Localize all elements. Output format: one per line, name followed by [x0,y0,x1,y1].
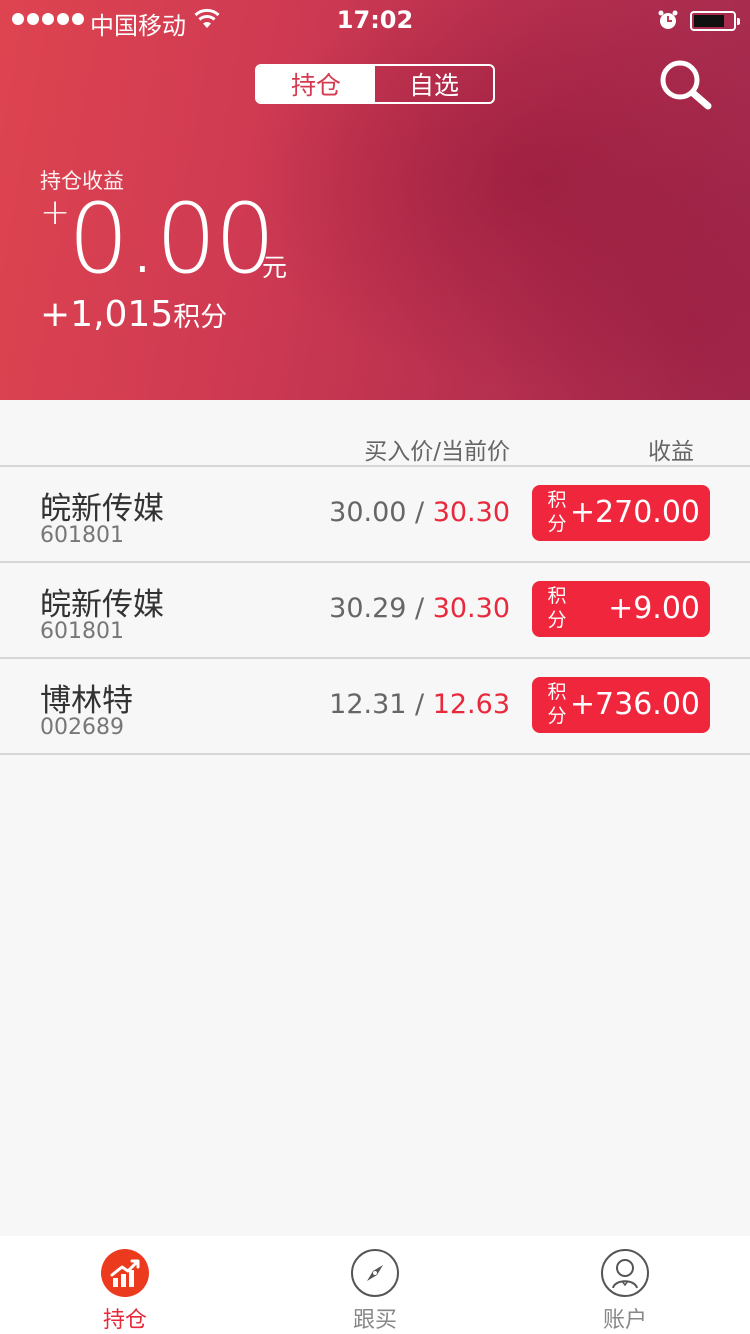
clock: 17:02 [336,6,414,34]
alarm-icon [658,10,678,29]
table-row[interactable]: 博林特 002689 12.31 / 12.63 积分 +736.00 [0,659,750,755]
column-header-price: 买入价/当前价 [364,439,510,465]
points-tag: 积分 [547,585,567,631]
tabbar-label-follow: 跟买 [352,1308,397,1333]
tabbar-item-follow[interactable]: 跟买 [300,1236,450,1334]
table-row[interactable]: 皖新传媒 601801 30.00 / 30.30 积分 +270.00 [0,467,750,563]
points-tag: 积分 [547,681,567,727]
points-total: +1,015积分 [40,294,227,335]
profit-amount: 0.00 [68,183,276,295]
tabbar-item-account[interactable]: 账户 [550,1236,700,1334]
battery-icon [690,11,740,31]
segment-control: 持仓 自选 [255,64,495,104]
profit-value: +736.00 [569,687,700,722]
current-price: 30.30 [432,497,510,528]
holdings-table: 买入价/当前价 收益 皖新传媒 601801 30.00 / 30.30 积分 … [0,408,750,755]
buy-price: 12.31 [329,689,407,720]
profit-sign: + [40,192,71,233]
price-pair: 12.31 / 12.63 [329,689,510,720]
price-pair: 30.00 / 30.30 [329,497,510,528]
profit-value: +270.00 [569,495,700,530]
points-value: +1,015 [40,294,174,335]
tab-watchlist[interactable]: 自选 [375,66,493,102]
current-price: 12.63 [432,689,510,720]
stock-code: 601801 [40,523,124,548]
profit-unit: 元 [262,253,288,282]
tab-bar: 持仓 跟买 账户 [0,1236,750,1334]
table-header: 买入价/当前价 收益 [0,408,750,467]
current-price: 30.30 [432,593,510,624]
profit-value: +9.00 [608,591,700,626]
user-icon [601,1249,649,1297]
price-pair: 30.29 / 30.30 [329,593,510,624]
stock-name: 皖新传媒 [40,587,164,623]
points-tag: 积分 [547,489,567,535]
compass-icon [351,1249,399,1297]
search-icon[interactable] [656,58,716,112]
header: 中国移动 17:02 持仓 自选 持仓收益 + 0.00 元 +1,015积分 [0,0,750,400]
profit-badge: 积分 +9.00 [532,581,710,637]
status-bar: 中国移动 17:02 [0,0,750,40]
tabbar-label-account: 账户 [602,1308,647,1333]
holdings-chart-icon [101,1249,149,1297]
profit-badge: 积分 +736.00 [532,677,710,733]
points-unit: 积分 [173,302,228,333]
tabbar-label-holdings: 持仓 [102,1308,147,1333]
column-header-profit: 收益 [648,439,694,465]
stock-code: 601801 [40,619,124,644]
profit-badge: 积分 +270.00 [532,485,710,541]
buy-price: 30.00 [329,497,407,528]
table-row[interactable]: 皖新传媒 601801 30.29 / 30.30 积分 +9.00 [0,563,750,659]
stock-name: 皖新传媒 [40,491,164,527]
buy-price: 30.29 [329,593,407,624]
tabbar-item-holdings[interactable]: 持仓 [50,1236,200,1334]
stock-code: 002689 [40,715,124,740]
tab-holdings[interactable]: 持仓 [257,66,375,102]
stock-name: 博林特 [40,683,133,719]
